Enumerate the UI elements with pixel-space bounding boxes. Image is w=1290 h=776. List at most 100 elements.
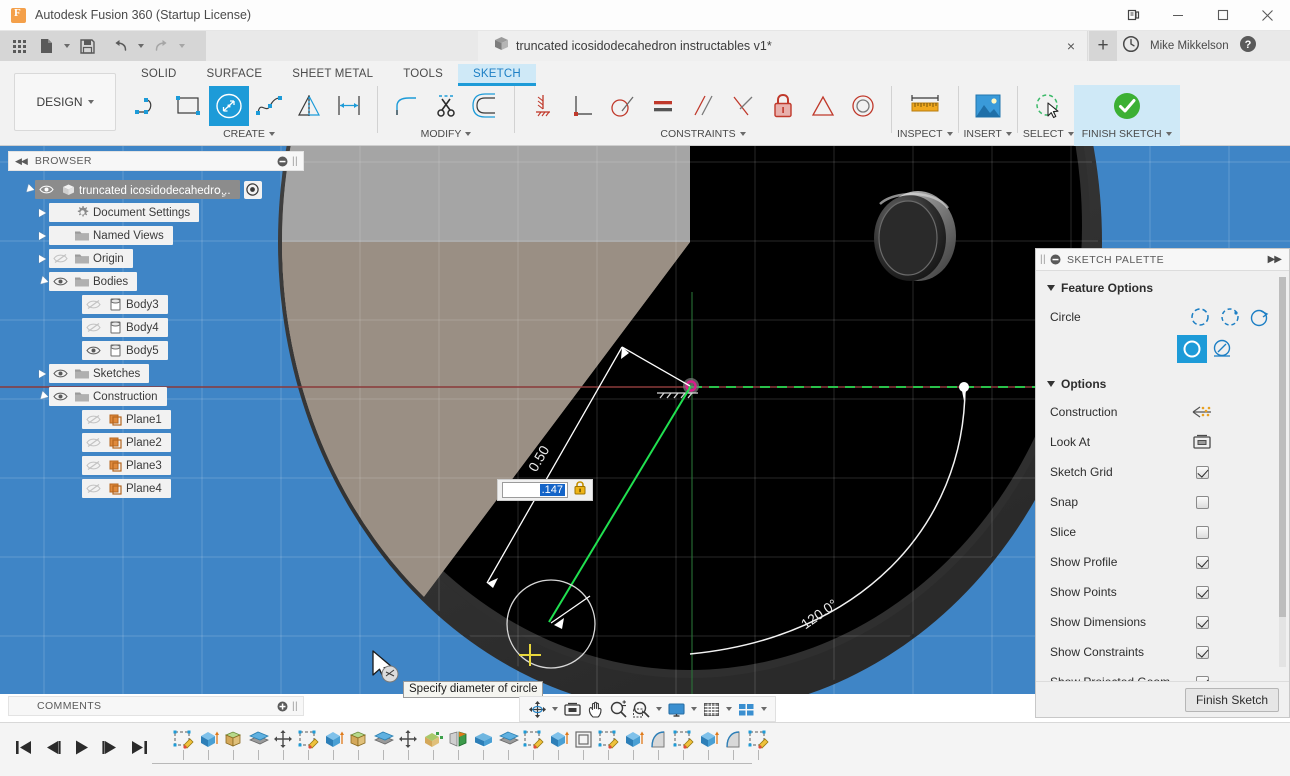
parallel-constraint[interactable] xyxy=(683,86,723,126)
construction-icon[interactable] xyxy=(1185,403,1219,421)
viewport-layout-caret-icon[interactable] xyxy=(758,698,769,720)
palette-option-checkbox[interactable] xyxy=(1185,676,1219,682)
restore-down-icon[interactable] xyxy=(1110,0,1155,31)
horizontal-vertical-constraint[interactable] xyxy=(523,86,563,126)
palette-option-checkbox[interactable] xyxy=(1185,556,1219,569)
palette-option-checkbox[interactable] xyxy=(1185,466,1219,479)
palette-option-row[interactable]: Slice xyxy=(1036,517,1289,547)
dimension-input-field[interactable]: .147 xyxy=(502,482,568,498)
visibility-eye-icon[interactable] xyxy=(82,483,104,494)
sketch-dimension-tool[interactable] xyxy=(329,86,369,126)
insert-image-tool[interactable] xyxy=(968,86,1008,126)
palette-option-row[interactable]: Show Points xyxy=(1036,577,1289,607)
palette-option-row[interactable]: Show Profile xyxy=(1036,547,1289,577)
display-settings-icon[interactable] xyxy=(665,698,687,720)
tree-cell[interactable]: Plane2 xyxy=(82,433,171,452)
2-point-circle-icon[interactable] xyxy=(1215,303,1245,331)
tree-cell[interactable]: Bodies xyxy=(49,272,137,291)
palette-expand-icon[interactable]: ▶▶ xyxy=(1268,254,1281,265)
tab-solid[interactable]: SOLID xyxy=(126,64,192,85)
equal-constraint[interactable] xyxy=(643,86,683,126)
activate-component-icon[interactable] xyxy=(244,181,262,199)
orbit-tool-icon[interactable] xyxy=(526,698,548,720)
comments-add-icon[interactable] xyxy=(277,701,288,712)
tab-sheet-metal[interactable]: SHEET METAL xyxy=(277,64,388,85)
collinear-constraint[interactable] xyxy=(723,86,763,126)
tree-cell[interactable]: Plane3 xyxy=(82,456,171,475)
tree-cell[interactable]: Body3 xyxy=(82,295,168,314)
tree-expand-icon[interactable] xyxy=(36,201,49,224)
browser-minus-icon[interactable] xyxy=(277,156,288,167)
finish-sketch-tool[interactable] xyxy=(1107,86,1147,126)
undo-icon[interactable] xyxy=(107,33,133,59)
tree-cell[interactable]: Sketches xyxy=(49,364,149,383)
tree-row[interactable]: Body5 xyxy=(8,339,308,362)
palette-option-row[interactable]: Snap xyxy=(1036,487,1289,517)
palette-scroll-thumb[interactable] xyxy=(1279,277,1286,617)
palette-grip-icon[interactable]: || xyxy=(1040,254,1046,265)
tab-tools[interactable]: TOOLS xyxy=(388,64,458,85)
zoom-window-tool-icon[interactable] xyxy=(630,698,652,720)
section-options[interactable]: Options xyxy=(1036,371,1289,397)
job-status-icon[interactable] xyxy=(1122,35,1140,58)
palette-option-checkbox[interactable] xyxy=(1185,616,1219,629)
circle-tool[interactable] xyxy=(209,86,249,126)
visibility-eye-icon[interactable] xyxy=(35,184,57,195)
finish-sketch-button[interactable]: Finish Sketch xyxy=(1185,688,1279,712)
lock-icon[interactable] xyxy=(573,480,587,500)
3-point-circle-icon[interactable] xyxy=(1245,303,1275,331)
tree-expand-icon[interactable] xyxy=(36,247,49,270)
3-tangent-circle-icon[interactable] xyxy=(1207,335,1237,363)
tree-cell[interactable]: Body5 xyxy=(82,341,168,360)
perpendicular-constraint[interactable] xyxy=(563,86,603,126)
look-at-icon[interactable] xyxy=(1185,433,1219,451)
tree-expand-icon[interactable] xyxy=(36,362,49,385)
tree-row[interactable]: Body3 xyxy=(8,293,308,316)
timeline-go-end[interactable] xyxy=(130,739,149,761)
root-expand-icon[interactable] xyxy=(22,178,35,201)
panel-label-finish-sketch[interactable]: FINISH SKETCH xyxy=(1082,128,1172,140)
visibility-eye-icon[interactable] xyxy=(49,253,71,264)
tab-surface[interactable]: SURFACE xyxy=(192,64,278,85)
maximize-icon[interactable] xyxy=(1200,0,1245,31)
palette-option-row[interactable]: Show Constraints xyxy=(1036,637,1289,667)
tree-expand-icon[interactable] xyxy=(36,224,49,247)
tree-cell-root[interactable]: truncated icosidodecahedroٍ... xyxy=(35,180,240,199)
mirror-tool[interactable] xyxy=(289,86,329,126)
tree-collapse-icon[interactable] xyxy=(36,385,49,408)
tree-row[interactable]: Named Views xyxy=(8,224,308,247)
ribbon-panel-finish-sketch[interactable]: FINISH SKETCH xyxy=(1074,85,1180,146)
zoom-window-caret-icon[interactable] xyxy=(653,698,664,720)
tree-row[interactable]: Origin xyxy=(8,247,308,270)
panel-label-constraints[interactable]: CONSTRAINTS xyxy=(660,128,745,140)
document-tab[interactable]: truncated icosidodecahedron instructable… xyxy=(478,31,1088,61)
fix-unfix-constraint[interactable] xyxy=(763,86,803,126)
visibility-eye-icon[interactable] xyxy=(49,391,71,402)
zoom-tool-icon[interactable] xyxy=(607,698,629,720)
save-icon[interactable] xyxy=(74,33,100,59)
spline-tool[interactable] xyxy=(249,86,289,126)
palette-option-row[interactable]: Look At xyxy=(1036,427,1289,457)
comments-panel[interactable]: COMMENTS || xyxy=(8,696,304,716)
tree-row-root[interactable]: truncated icosidodecahedroٍ... xyxy=(8,178,308,201)
tangent-constraint[interactable] xyxy=(603,86,643,126)
palette-minus-icon[interactable] xyxy=(1050,254,1061,265)
tree-row[interactable]: Body4 xyxy=(8,316,308,339)
palette-option-checkbox[interactable] xyxy=(1185,586,1219,599)
palette-option-row[interactable]: Sketch Grid xyxy=(1036,457,1289,487)
tree-cell[interactable]: Plane4 xyxy=(82,479,171,498)
palette-scrollbar[interactable] xyxy=(1279,277,1286,667)
visibility-eye-icon[interactable] xyxy=(82,299,104,310)
tree-cell[interactable]: Named Views xyxy=(49,226,173,245)
palette-option-row[interactable]: Construction xyxy=(1036,397,1289,427)
visibility-eye-icon[interactable] xyxy=(49,276,71,287)
2-tangent-circle-icon[interactable] xyxy=(1177,335,1207,363)
timeline-step-back[interactable] xyxy=(43,739,62,761)
look-at-tool-icon[interactable] xyxy=(561,698,583,720)
timeline-play[interactable] xyxy=(72,739,91,761)
panel-label-inspect[interactable]: INSPECT xyxy=(897,128,953,140)
tree-row[interactable]: Document Settings xyxy=(8,201,308,224)
orbit-caret-icon[interactable] xyxy=(549,698,560,720)
center-diameter-circle-icon[interactable] xyxy=(1185,303,1215,331)
workspace-switcher[interactable]: DESIGN xyxy=(14,73,116,131)
